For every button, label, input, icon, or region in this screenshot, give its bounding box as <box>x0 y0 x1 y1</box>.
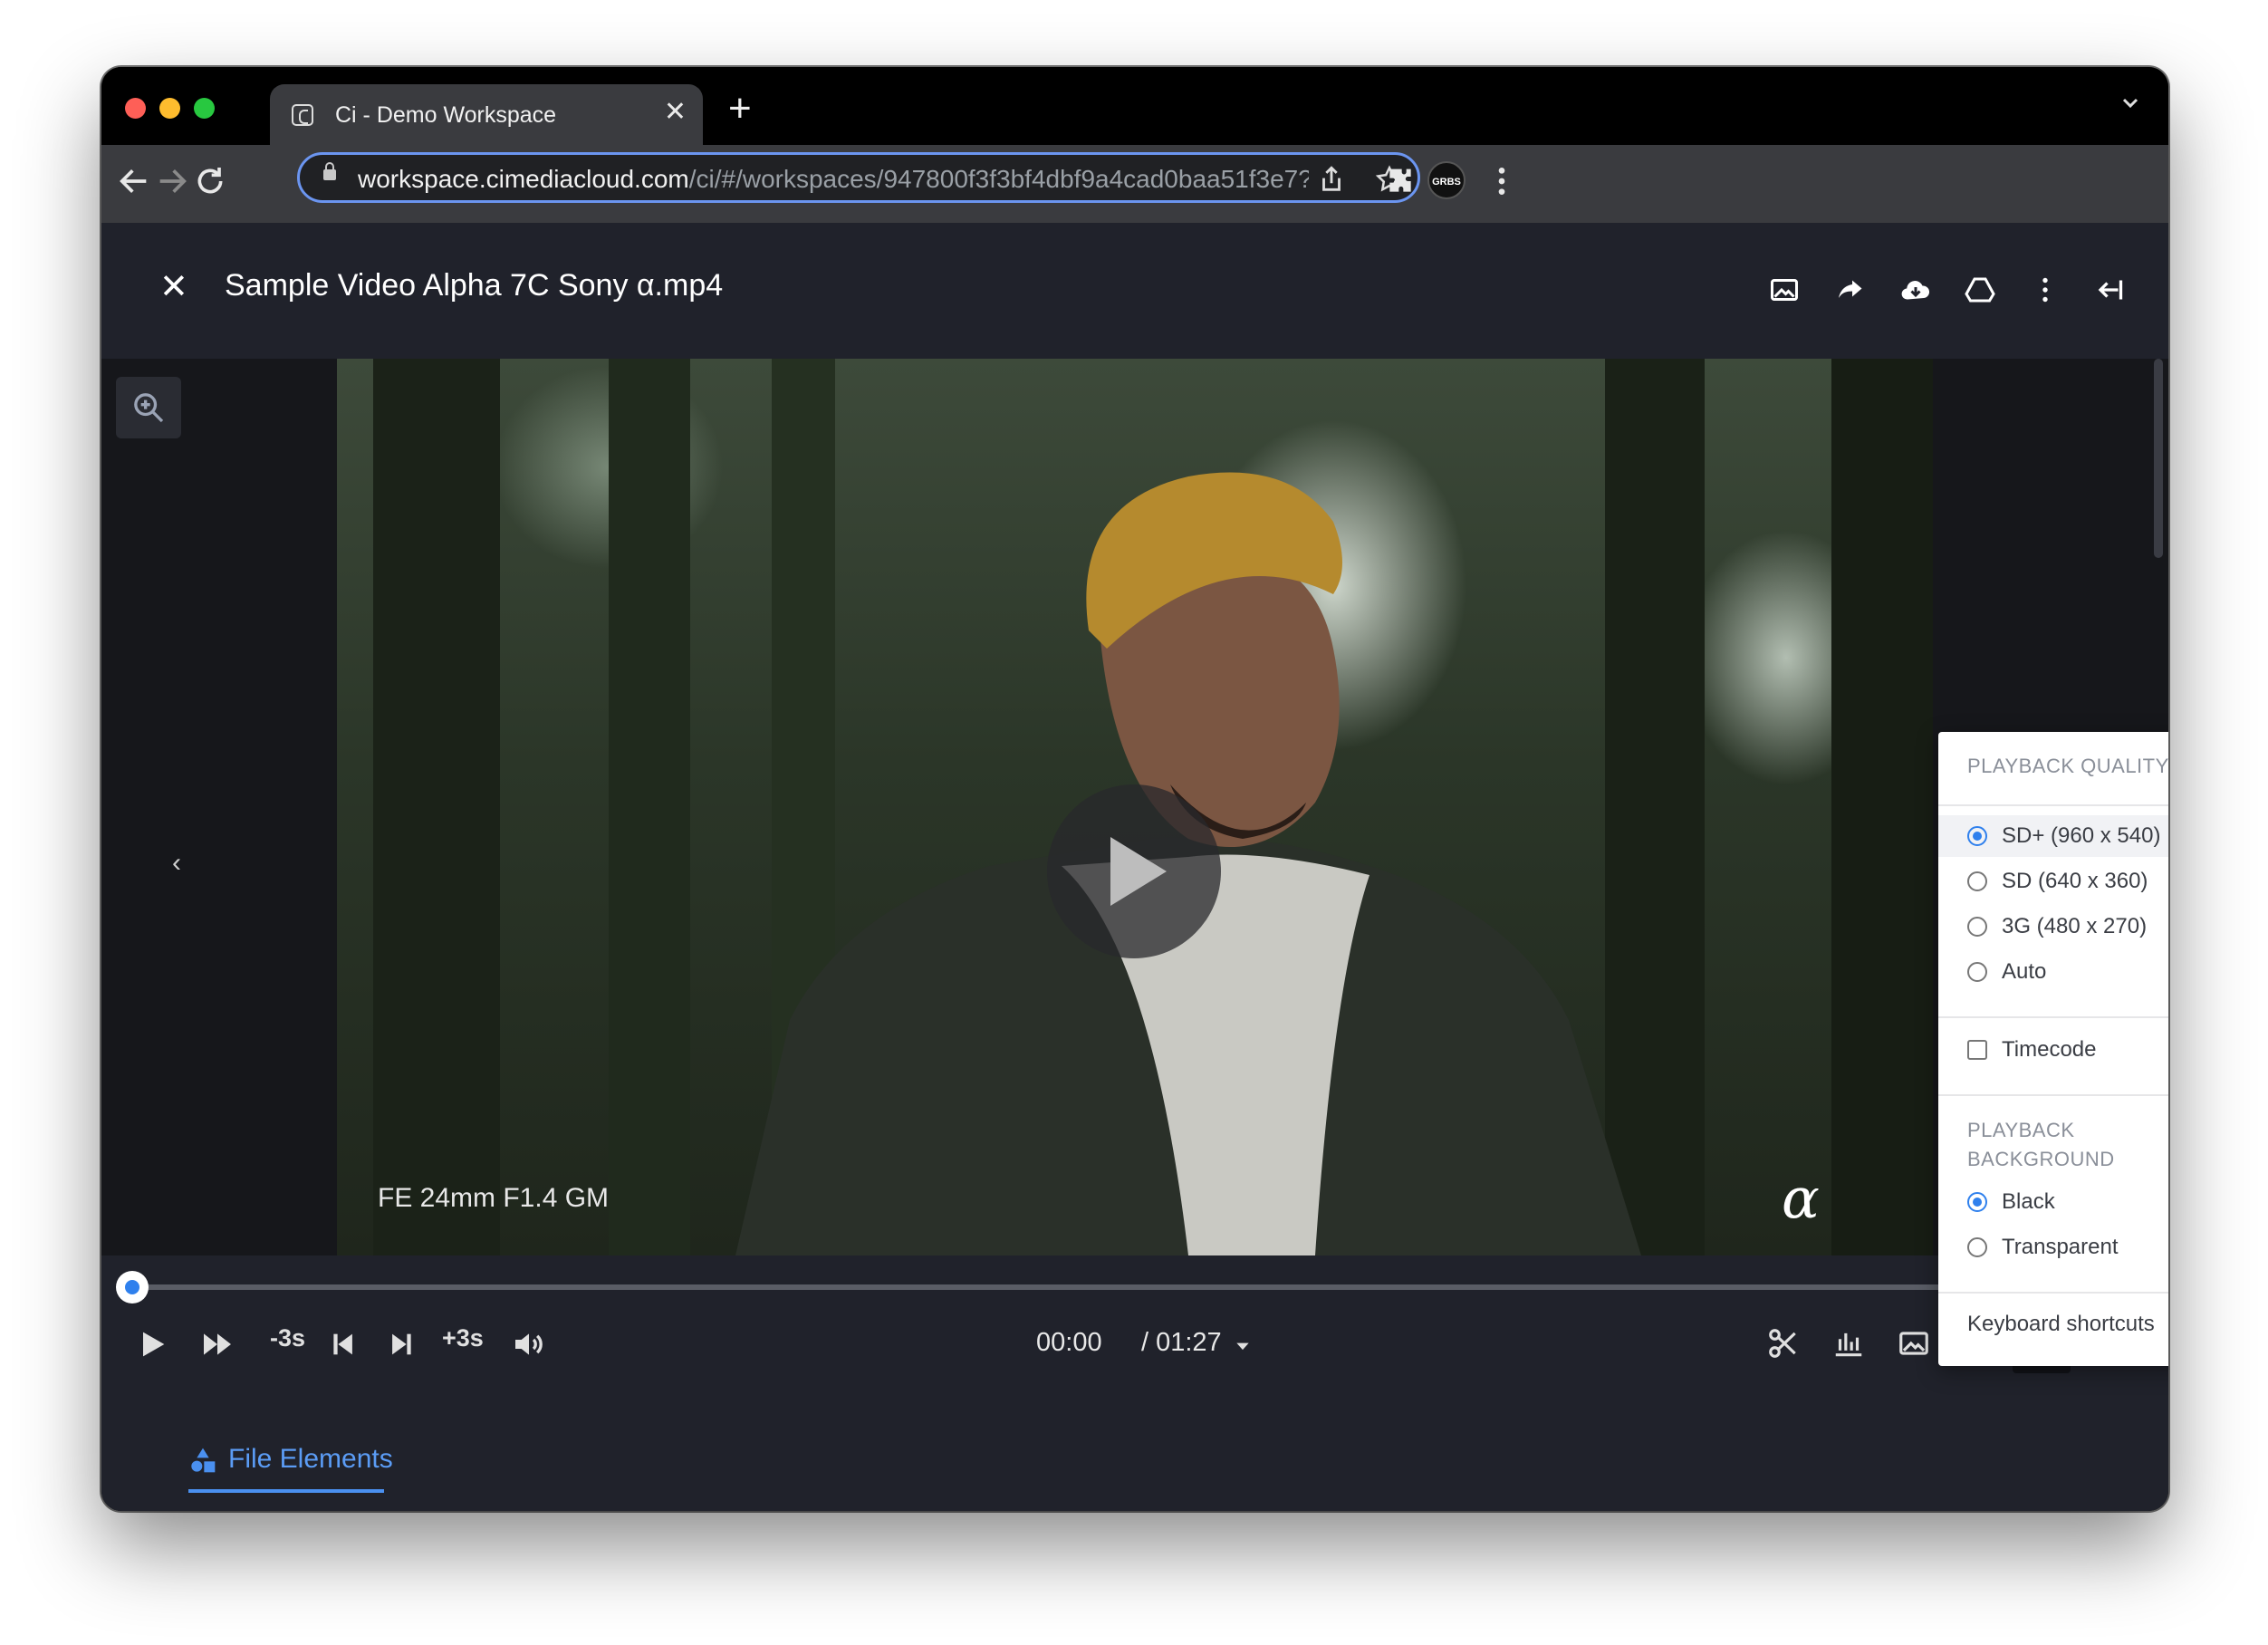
previous-item-chevron-icon[interactable]: ‹ <box>172 848 181 879</box>
new-tab-icon[interactable]: + <box>728 89 752 129</box>
maximize-window-button[interactable] <box>194 98 215 119</box>
close-viewer-icon[interactable]: ✕ <box>159 270 188 304</box>
quality-option-auto[interactable]: Auto <box>1938 951 2168 993</box>
viewer-scrollbar[interactable] <box>2154 359 2163 558</box>
skip-forward-3s-button[interactable]: +3s <box>442 1324 484 1352</box>
fast-forward-icon[interactable] <box>199 1326 235 1362</box>
progress-thumb[interactable] <box>116 1271 149 1303</box>
radio-selected-icon <box>1967 826 1987 846</box>
zoom-in-icon <box>134 393 164 423</box>
quality-option-label: 3G (480 x 270) <box>2002 914 2148 938</box>
menu-divider <box>1938 804 2168 806</box>
bottom-panel: File Elements <box>101 1388 2168 1511</box>
skip-back-3s-button[interactable]: -3s <box>270 1324 305 1352</box>
scissors-icon[interactable] <box>1766 1326 1801 1361</box>
url-path: /ci/#/workspaces/947800f3f3bf4dbf9a4cad0… <box>688 165 1309 193</box>
quality-option-3g[interactable]: 3G (480 x 270) <box>1938 906 2168 948</box>
progress-track[interactable] <box>130 1284 2134 1290</box>
play-icon[interactable] <box>134 1326 170 1362</box>
radio-unselected-icon <box>1967 1237 1987 1257</box>
browser-menu-kebab-icon[interactable] <box>1484 163 1520 199</box>
volume-icon[interactable] <box>511 1326 547 1362</box>
radio-unselected-icon <box>1967 871 1987 891</box>
timecode-label: Timecode <box>2002 1037 2097 1062</box>
share-arrow-icon[interactable] <box>1833 274 1866 306</box>
collapse-panel-icon[interactable] <box>2092 274 2125 306</box>
quality-option-sd[interactable]: SD (640 x 360) <box>1938 861 2168 902</box>
drive-icon[interactable] <box>1964 274 1996 306</box>
tab-file-elements[interactable]: File Elements <box>228 1444 393 1475</box>
tab-title: Ci - Demo Workspace <box>335 102 557 128</box>
close-tab-icon[interactable]: ✕ <box>664 99 687 126</box>
background-option-transparent[interactable]: Transparent <box>1938 1227 2168 1268</box>
menu-divider <box>1938 1292 2168 1294</box>
menu-divider <box>1938 1016 2168 1018</box>
browser-tab[interactable]: Ci - Demo Workspace ✕ <box>270 84 703 145</box>
back-arrow-icon[interactable] <box>116 163 152 199</box>
sony-alpha-logo: α <box>1782 1165 1820 1231</box>
site-favicon-icon <box>292 104 313 126</box>
background-option-black[interactable]: Black <box>1938 1181 2168 1223</box>
radio-unselected-icon <box>1967 917 1987 937</box>
timecode-option[interactable]: Timecode <box>1938 1029 2168 1071</box>
close-window-button[interactable] <box>125 98 146 119</box>
extensions-puzzle-icon[interactable] <box>1382 163 1418 199</box>
menu-divider <box>1938 1094 2168 1096</box>
reload-icon[interactable] <box>192 163 228 199</box>
address-bar[interactable]: workspace.cimediacloud.com/ci/#/workspac… <box>297 152 1420 203</box>
quality-option-label: SD+ (960 x 540) <box>2002 823 2161 848</box>
background-option-label: Black <box>2002 1189 2055 1214</box>
playback-quality-heading: PLAYBACK QUALITY <box>1967 755 2168 777</box>
forward-arrow-icon[interactable] <box>154 163 190 199</box>
quality-option-label: Auto <box>2002 959 2047 984</box>
file-title: Sample Video Alpha 7C Sony α.mp4 <box>225 268 724 303</box>
browser-window: Ci - Demo Workspace ✕ + workspace.cimedi… <box>101 67 2168 1511</box>
checkbox-unchecked-icon <box>1967 1040 1987 1060</box>
profile-avatar[interactable]: GRBS <box>1427 161 1466 199</box>
tab-bar: Ci - Demo Workspace ✕ + <box>101 67 2168 145</box>
url-text: workspace.cimediacloud.com/ci/#/workspac… <box>358 165 1309 194</box>
minimize-window-button[interactable] <box>159 98 180 119</box>
radio-unselected-icon <box>1967 962 1987 982</box>
playback-background-heading-line2: BACKGROUND <box>1967 1148 2115 1170</box>
next-frame-icon[interactable] <box>386 1326 417 1362</box>
background-option-label: Transparent <box>2002 1235 2119 1259</box>
current-time: 00:00 <box>1036 1328 1102 1357</box>
video-frame[interactable]: FE 24mm F1.4 GM α <box>337 359 1933 1255</box>
viewer-header: ✕ Sample Video Alpha 7C Sony α.mp4 <box>101 223 2168 359</box>
duration[interactable]: / 01:27 <box>1141 1328 1222 1358</box>
lens-caption: FE 24mm F1.4 GM <box>378 1183 610 1213</box>
active-tab-underline <box>188 1489 384 1493</box>
image-preview-icon[interactable] <box>1768 274 1801 306</box>
cloud-download-icon[interactable] <box>1898 274 1933 306</box>
radio-selected-icon <box>1967 1192 1987 1212</box>
url-host: workspace.cimediacloud.com <box>358 165 689 193</box>
zoom-button[interactable] <box>116 377 181 438</box>
file-elements-shapes-icon <box>191 1448 216 1473</box>
address-toolbar: workspace.cimediacloud.com/ci/#/workspac… <box>101 145 2168 223</box>
settings-menu: PLAYBACK QUALITY SD+ (960 x 540) SD (640… <box>1938 732 2168 1366</box>
more-kebab-icon[interactable] <box>2029 274 2061 306</box>
center-play-button[interactable] <box>1047 784 1221 958</box>
quality-option-sd-plus[interactable]: SD+ (960 x 540) <box>1938 815 2168 857</box>
share-icon[interactable] <box>1316 164 1347 195</box>
previous-frame-icon[interactable] <box>328 1326 359 1362</box>
duration-dropdown-caret-icon[interactable] <box>1234 1337 1252 1355</box>
lock-icon <box>323 162 336 180</box>
playback-background-heading: PLAYBACK <box>1967 1119 2075 1141</box>
quality-option-label: SD (640 x 360) <box>2002 869 2148 893</box>
audio-levels-icon[interactable] <box>1831 1326 1866 1361</box>
media-viewer: ‹ FE 24mm F1.4 GM α <box>101 359 2168 1255</box>
tab-search-chevron-icon[interactable] <box>2119 92 2141 114</box>
keyboard-shortcuts-link[interactable]: Keyboard shortcuts <box>1967 1312 2155 1337</box>
player-controls: -3s +3s 00:00 / 01:27 <box>101 1255 2168 1388</box>
snapshot-image-icon[interactable] <box>1897 1326 1931 1361</box>
